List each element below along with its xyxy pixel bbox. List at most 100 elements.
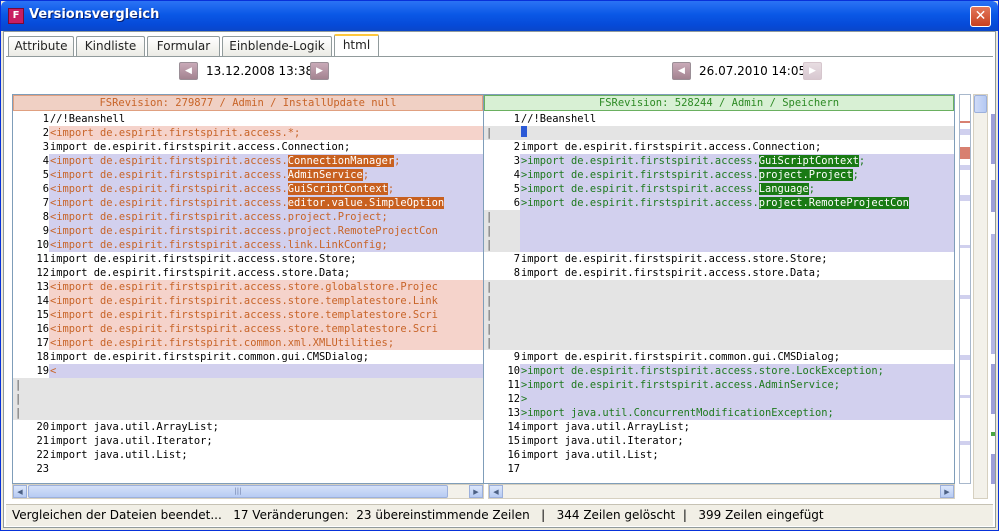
left-horizontal-scrollbar[interactable]: ◀ ||| ▶ — [12, 484, 484, 499]
line-code — [49, 378, 483, 392]
tab-attribute[interactable]: Attribute — [8, 36, 74, 56]
left-code-line[interactable]: 10 <import de.espirit.firstspirit.access.… — [13, 238, 483, 252]
right-code-line[interactable] — [484, 210, 954, 224]
scroll-left-icon[interactable]: ◀ — [489, 485, 503, 498]
left-code-line[interactable]: 20 import java.util.ArrayList; — [13, 420, 483, 434]
left-prev-button[interactable]: ◀ — [179, 62, 198, 80]
right-code-line[interactable] — [484, 294, 954, 308]
right-code-line[interactable]: 10 >import de.espirit.firstspirit.access.… — [484, 364, 954, 378]
right-code-line[interactable]: 8 import de.espirit.firstspirit.access.st… — [484, 266, 954, 280]
overview-marks — [960, 121, 970, 445]
left-code-line[interactable]: 2 <import de.espirit.firstspirit.access.*… — [13, 126, 483, 140]
right-code-line[interactable]: 5 >import de.espirit.firstspirit.access.L… — [484, 182, 954, 196]
left-code-line[interactable]: 17 <import de.espirit.firstspirit.common.… — [13, 336, 483, 350]
line-number: 14 — [13, 294, 49, 308]
right-code-line[interactable]: 4 >import de.espirit.firstspirit.access.p… — [484, 168, 954, 182]
right-code-line[interactable]: 15 import java.util.Iterator; — [484, 434, 954, 448]
changed-token: AdminService — [287, 169, 363, 181]
left-code-line[interactable]: 19 < — [13, 364, 483, 378]
left-code-line[interactable]: 22 import java.util.List; — [13, 448, 483, 462]
left-code-line[interactable]: 21 import java.util.Iterator; — [13, 434, 483, 448]
right-code-line[interactable]: 2 import de.espirit.firstspirit.access.Co… — [484, 140, 954, 154]
left-code-line[interactable]: 16 <import de.espirit.firstspirit.access.… — [13, 322, 483, 336]
right-horizontal-scrollbar[interactable]: ◀ ▶ — [488, 484, 955, 499]
change-marker-strip — [991, 94, 995, 499]
left-code-line[interactable]: 11 import de.espirit.firstspirit.access.s… — [13, 252, 483, 266]
right-code-line[interactable]: 13 >import java.util.ConcurrentModificati… — [484, 406, 954, 420]
line-code — [520, 322, 954, 336]
left-code-line[interactable]: 8 <import de.espirit.firstspirit.access.p… — [13, 210, 483, 224]
left-next-button[interactable]: ▶ — [310, 62, 329, 80]
left-code-line[interactable]: 1//!Beanshell — [13, 112, 483, 126]
left-code-line[interactable]: 9 <import de.espirit.firstspirit.access.p… — [13, 224, 483, 238]
left-code-line[interactable]: 3 import de.espirit.firstspirit.access.Co… — [13, 140, 483, 154]
left-code-line[interactable]: 13 <import de.espirit.firstspirit.access.… — [13, 280, 483, 294]
right-code-line[interactable]: 14 import java.util.ArrayList; — [484, 420, 954, 434]
scroll-right-icon[interactable]: ▶ — [940, 485, 954, 498]
tab-formular[interactable]: Formular — [147, 36, 220, 56]
line-number — [13, 378, 49, 392]
left-code-lines: 1//!Beanshell 2 <import de.espirit.firstsp… — [13, 112, 483, 476]
right-code-line[interactable]: 3 >import de.espirit.firstspirit.access.G… — [484, 154, 954, 168]
left-code-line[interactable]: 12 import de.espirit.firstspirit.access.s… — [13, 266, 483, 280]
left-code-line[interactable]: 18 import de.espirit.firstspirit.common.g… — [13, 350, 483, 364]
right-code-line[interactable] — [484, 336, 954, 350]
tab-einblende-logik[interactable]: Einblende-Logik — [222, 36, 332, 56]
line-number: 6 — [484, 196, 520, 210]
right-code-line[interactable]: 9 import de.espirit.firstspirit.common.gu… — [484, 350, 954, 364]
code-text: import de.espirit.firstspirit.access.Adm… — [527, 379, 841, 391]
right-code-line[interactable] — [484, 238, 954, 252]
line-number: 13 — [484, 406, 520, 420]
code-text: import java.util.ConcurrentModificationE… — [527, 407, 834, 419]
right-code-line[interactable] — [484, 224, 954, 238]
left-code-line[interactable] — [13, 406, 483, 420]
code-text: import de.espirit.firstspirit.access.sto… — [521, 267, 822, 279]
line-code — [520, 336, 954, 350]
left-diff-pane[interactable]: FSRevision: 279877 / Admin / InstallUpda… — [12, 94, 484, 484]
line-number: 9 — [484, 350, 520, 364]
right-code-line[interactable] — [484, 308, 954, 322]
left-code-line[interactable]: 6 <import de.espirit.firstspirit.access.G… — [13, 182, 483, 196]
line-number: 8 — [13, 210, 49, 224]
code-text: import java.util.Iterator; — [50, 435, 213, 447]
right-code-line[interactable] — [484, 280, 954, 294]
title-bar[interactable]: F Versionsvergleich ✕ — [1, 1, 998, 31]
left-code-line[interactable] — [13, 392, 483, 406]
tab-html[interactable]: html — [334, 34, 379, 57]
left-code-line[interactable]: 14 <import de.espirit.firstspirit.access.… — [13, 294, 483, 308]
right-code-line[interactable]: 7 import de.espirit.firstspirit.access.st… — [484, 252, 954, 266]
left-code-line[interactable]: 5 <import de.espirit.firstspirit.access.A… — [13, 168, 483, 182]
right-code-line[interactable]: 11 >import de.espirit.firstspirit.access.… — [484, 378, 954, 392]
right-code-line[interactable]: 1//!Beanshell — [484, 112, 954, 126]
changed-token: editor.value.SimpleOption — [287, 197, 445, 209]
close-button[interactable]: ✕ — [970, 6, 991, 27]
right-code-line[interactable]: 6 >import de.espirit.firstspirit.access.p… — [484, 196, 954, 210]
left-revision-date: 13.12.2008 13:38 — [206, 64, 314, 78]
scroll-right-icon[interactable]: ▶ — [469, 485, 483, 498]
left-horizontal-scroll-thumb[interactable]: ||| — [28, 485, 448, 498]
vertical-scrollbar[interactable] — [973, 94, 988, 499]
window-title: Versionsvergleich — [29, 7, 160, 22]
changed-token: project.RemoteProjectCon — [758, 197, 909, 209]
vertical-scroll-thumb[interactable] — [974, 95, 987, 113]
code-tail: ; — [362, 169, 370, 181]
left-code-line[interactable]: 4 <import de.espirit.firstspirit.access.C… — [13, 154, 483, 168]
right-code-line[interactable] — [484, 322, 954, 336]
line-code: <import de.espirit.firstspirit.access.ed… — [49, 196, 483, 210]
right-prev-button[interactable]: ◀ — [672, 62, 691, 80]
tab-kindliste[interactable]: Kindliste — [76, 36, 145, 56]
left-code-line[interactable] — [13, 378, 483, 392]
right-code-line[interactable]: 12 > — [484, 392, 954, 406]
right-code-line[interactable]: 16 import java.util.List; — [484, 448, 954, 462]
right-code-line[interactable] — [484, 126, 954, 140]
scroll-left-icon[interactable]: ◀ — [13, 485, 27, 498]
right-diff-pane[interactable]: FSRevision: 528244 / Admin / Speichern 1… — [483, 94, 955, 484]
line-code: <import de.espirit.firstspirit.access.Ad… — [49, 168, 483, 182]
left-code-line[interactable]: 23 — [13, 462, 483, 476]
code-tail: ; — [858, 155, 866, 167]
line-number: 17 — [13, 336, 49, 350]
left-code-line[interactable]: 7 <import de.espirit.firstspirit.access.e… — [13, 196, 483, 210]
left-code-line[interactable]: 15 <import de.espirit.firstspirit.access.… — [13, 308, 483, 322]
diff-overview-map[interactable] — [959, 94, 971, 484]
right-code-line[interactable]: 17 — [484, 462, 954, 476]
